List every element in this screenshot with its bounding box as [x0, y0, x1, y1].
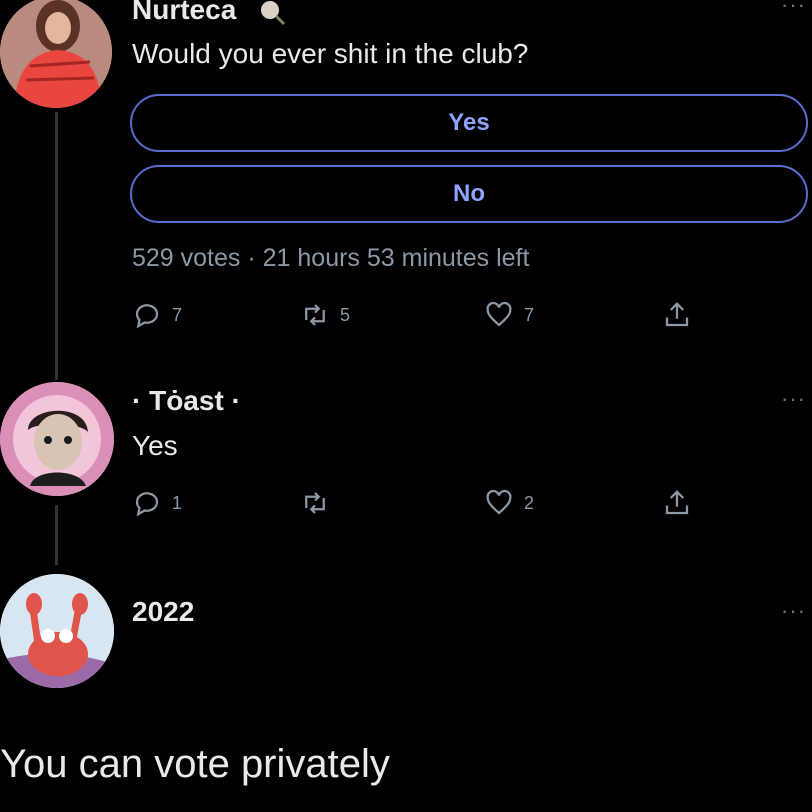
share-icon	[665, 490, 689, 515]
share-button[interactable]	[662, 488, 692, 518]
avatar[interactable]	[0, 382, 114, 496]
share-icon	[665, 302, 689, 327]
share-button[interactable]	[662, 300, 692, 330]
poll-option-yes[interactable]: Yes	[130, 94, 808, 152]
reply-count: 7	[172, 304, 183, 325]
rose-emoji-icon	[258, 0, 288, 33]
avatar[interactable]	[0, 574, 114, 688]
reply-icon	[135, 492, 159, 517]
tweet-text: Yes	[132, 430, 178, 461]
poll-option-label: No	[453, 180, 485, 207]
poll-option-label: Yes	[448, 109, 490, 136]
avatar-photo-icon	[0, 382, 114, 496]
like-count: 7	[524, 304, 535, 325]
avatar-photo-icon	[0, 0, 112, 108]
author-name[interactable]: · Tȯast ·	[132, 385, 241, 417]
retweet-count: 5	[340, 304, 351, 325]
heart-icon	[486, 301, 512, 327]
retweet-icon	[305, 304, 325, 326]
retweet-icon	[305, 492, 325, 514]
more-options-icon[interactable]: ···	[781, 598, 806, 624]
retweet-button[interactable]	[300, 488, 340, 518]
reply-button[interactable]: 7	[132, 300, 182, 330]
thread-line	[55, 112, 58, 380]
poll-meta: 529 votes · 21 hours 53 minutes left	[132, 244, 530, 272]
tweet-text: Would you ever shit in the club?	[132, 38, 529, 69]
heart-icon	[486, 489, 512, 515]
more-options-icon[interactable]: ···	[781, 386, 806, 412]
caption-text: You can vote privately	[0, 742, 390, 786]
thread-line	[55, 505, 58, 565]
like-count: 2	[524, 492, 535, 513]
retweet-button[interactable]: 5	[300, 300, 350, 330]
reply-count: 1	[172, 492, 183, 513]
author-name[interactable]: Nurteca	[132, 0, 236, 26]
avatar-crab-icon	[0, 574, 114, 688]
like-button[interactable]: 7	[484, 300, 534, 330]
like-button[interactable]: 2	[484, 488, 534, 518]
reply-button[interactable]: 1	[132, 488, 182, 518]
poll-option-no[interactable]: No	[130, 165, 808, 223]
avatar[interactable]	[0, 0, 112, 108]
more-options-icon[interactable]: ···	[781, 0, 806, 18]
tweet-text: 2022	[132, 596, 195, 627]
reply-icon	[135, 304, 159, 329]
